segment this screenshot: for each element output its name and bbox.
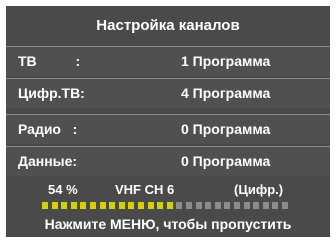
row-label: ТВ : (18, 53, 81, 69)
progress-segment-filled (109, 202, 116, 209)
row-value: 4 Программа (181, 85, 271, 101)
row-value: 0 Программа (181, 153, 271, 169)
row-value: 0 Программа (181, 121, 271, 137)
progress-segment-filled (61, 202, 68, 209)
progress-segment-filled (128, 202, 135, 209)
row-digital-tv: Цифр.ТВ: 4 Программа (6, 78, 330, 108)
progress-segment-empty (253, 202, 260, 209)
progress-segment-empty (272, 202, 279, 209)
progress-segment-empty (243, 202, 250, 209)
progress-segment-filled (42, 202, 48, 209)
row-radio: Радио : 0 Программа (6, 114, 330, 144)
progress-segment-filled (118, 202, 125, 209)
progress-segment-empty (234, 202, 240, 209)
row-tv: ТВ : 1 Программа (6, 46, 330, 76)
channel-setup-panel: Настройка каналов ТВ : 1 Программа Цифр.… (6, 6, 330, 237)
progress-segment-empty (186, 202, 192, 209)
progress-segment-filled (90, 202, 96, 209)
scan-percent: 54 % (48, 182, 78, 197)
progress-segment-filled (70, 202, 77, 209)
progress-segment-empty (205, 202, 212, 209)
skip-hint: Нажмите МЕНЮ, чтобы пропустить (44, 216, 292, 232)
progress-segment-filled (157, 202, 164, 209)
progress-segment-filled (147, 202, 154, 209)
progress-segment-empty (176, 202, 183, 209)
panel-title: Настройка каналов (96, 17, 240, 34)
progress-segment-empty (214, 202, 221, 209)
progress-segment-filled (166, 202, 173, 209)
row-value: 1 Программа (181, 53, 271, 69)
progress-segment-filled (80, 202, 87, 209)
progress-segment-filled (51, 202, 58, 209)
row-label: Данные: (18, 153, 78, 169)
progress-segment-empty (224, 202, 231, 209)
row-data: Данные: 0 Программа (6, 146, 330, 176)
progress-segment-empty (262, 202, 269, 209)
progress-segment-filled (138, 202, 144, 209)
scan-progress-bar (42, 202, 292, 209)
row-label: Цифр.ТВ: (18, 85, 85, 101)
scan-channel: VHF CH 6 (115, 182, 175, 197)
progress-segment-empty (282, 202, 288, 209)
progress-segment-empty (195, 202, 202, 209)
row-label: Радио : (18, 121, 78, 137)
progress-segment-filled (99, 202, 106, 209)
scan-mode: (Цифр.) (234, 182, 284, 197)
